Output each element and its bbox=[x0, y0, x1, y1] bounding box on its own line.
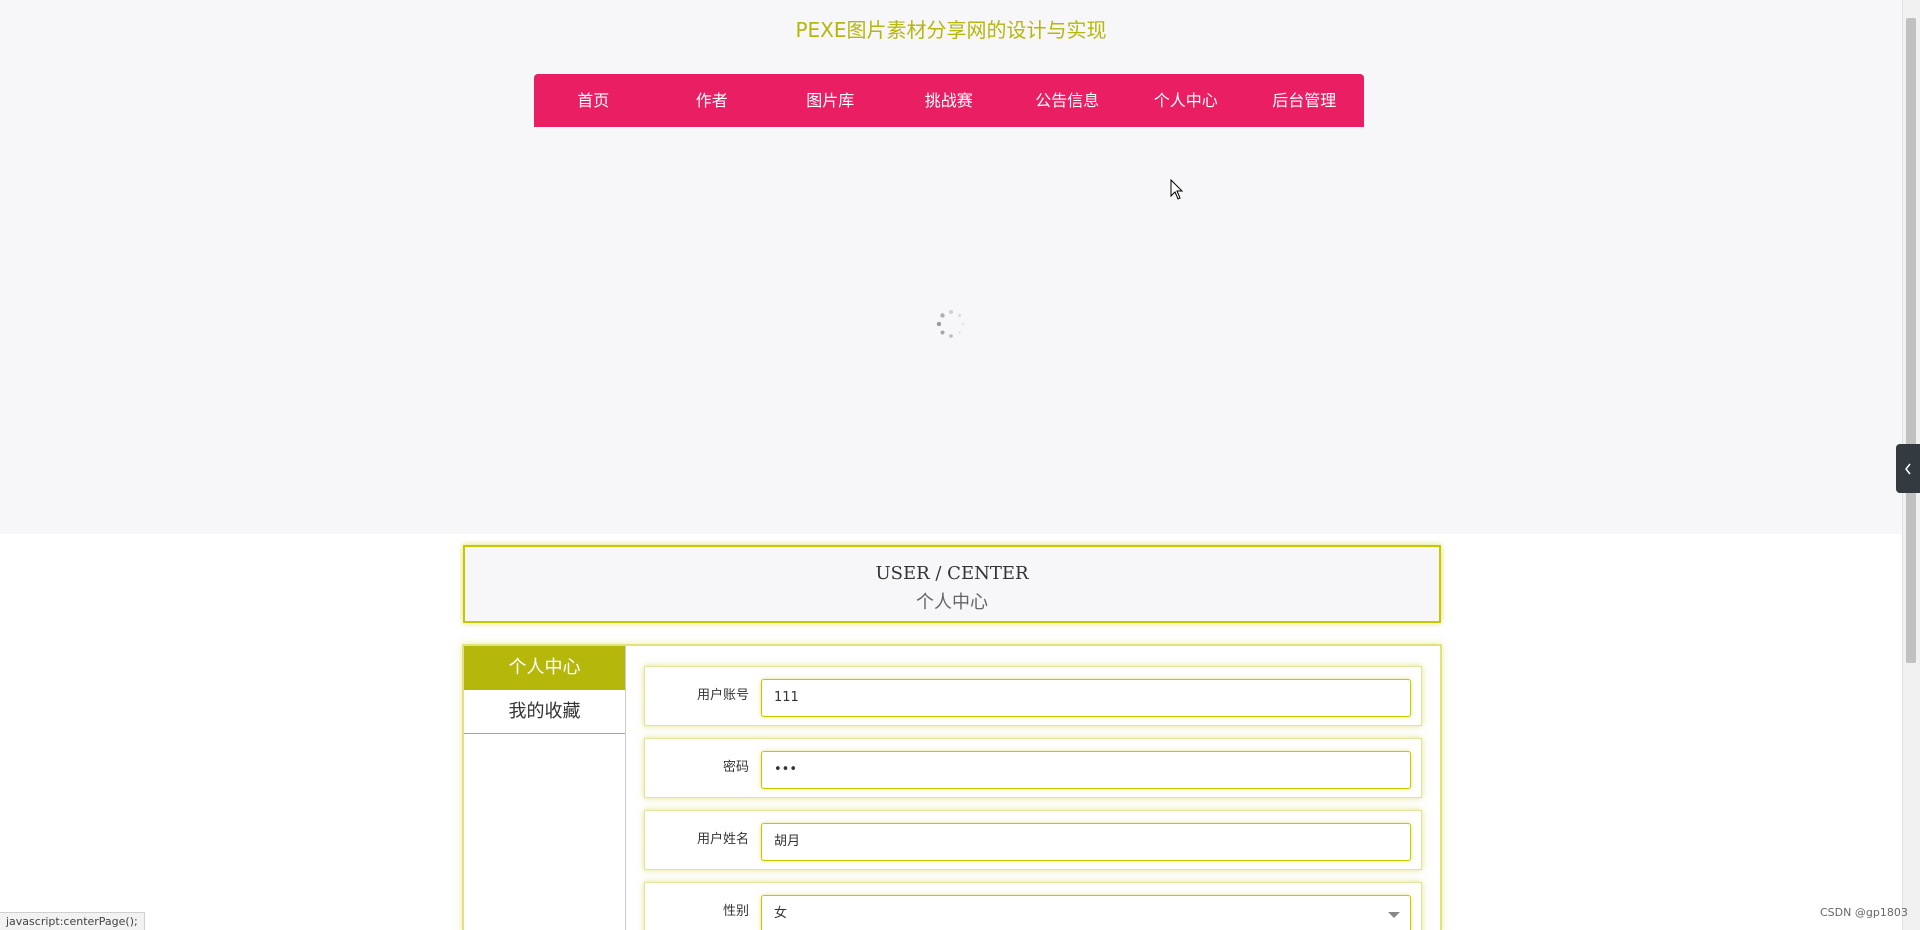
page: PEXE图片素材分享网的设计与实现 首页 作者 图片库 挑战赛 公告信息 个人中… bbox=[0, 0, 1920, 930]
banner-area: PEXE图片素材分享网的设计与实现 首页 作者 图片库 挑战赛 公告信息 个人中… bbox=[0, 0, 1902, 534]
scrollbar-thumb[interactable] bbox=[1906, 18, 1916, 663]
gender-select-value: 女 bbox=[774, 906, 788, 921]
main-nav: 首页 作者 图片库 挑战赛 公告信息 个人中心 后台管理 bbox=[534, 74, 1364, 127]
nav-item-home[interactable]: 首页 bbox=[534, 74, 653, 127]
nav-item-admin[interactable]: 后台管理 bbox=[1245, 74, 1364, 127]
side-menu: 个人中心 我的收藏 bbox=[464, 646, 626, 930]
chevron-down-icon bbox=[1388, 912, 1400, 918]
form-row-username: 用户账号 111 bbox=[644, 666, 1422, 726]
header-title-en: USER / CENTER bbox=[875, 563, 1029, 584]
site-title: PEXE图片素材分享网的设计与实现 bbox=[795, 18, 1107, 42]
username-label: 用户账号 bbox=[696, 688, 749, 703]
nav-item-user-center[interactable]: 个人中心 bbox=[1127, 74, 1246, 127]
header-title-cn: 个人中心 bbox=[916, 592, 988, 613]
watermark: CSDN @gp1803 bbox=[1820, 906, 1908, 919]
nav-item-gallery[interactable]: 图片库 bbox=[771, 74, 890, 127]
nav-item-announcements[interactable]: 公告信息 bbox=[1008, 74, 1127, 127]
name-input[interactable]: 胡月 bbox=[761, 823, 1411, 861]
gender-label: 性别 bbox=[722, 904, 749, 919]
chevron-left-icon bbox=[1905, 463, 1911, 474]
form-row-name: 用户姓名 胡月 bbox=[644, 810, 1422, 870]
loading-spinner-icon bbox=[936, 310, 965, 338]
side-menu-item-user-center[interactable]: 个人中心 bbox=[464, 646, 625, 690]
gender-select[interactable]: 女 bbox=[761, 895, 1411, 930]
username-input[interactable]: 111 bbox=[761, 679, 1411, 717]
mouse-pointer-icon bbox=[1170, 179, 1184, 200]
nav-item-challenge[interactable]: 挑战赛 bbox=[890, 74, 1009, 127]
form-row-password: 密码 ••• bbox=[644, 738, 1422, 798]
side-panel-toggle[interactable] bbox=[1896, 444, 1920, 493]
side-menu-item-favorites[interactable]: 我的收藏 bbox=[464, 690, 625, 734]
user-center-header: USER / CENTER 个人中心 bbox=[463, 545, 1441, 623]
password-input[interactable]: ••• bbox=[761, 751, 1411, 789]
nav-item-authors[interactable]: 作者 bbox=[653, 74, 772, 127]
form-row-gender: 性别 女 bbox=[644, 882, 1422, 930]
password-label: 密码 bbox=[722, 760, 749, 775]
name-label: 用户姓名 bbox=[696, 832, 749, 847]
browser-status-bar: javascript:centerPage(); bbox=[0, 912, 145, 930]
user-center-panel: 个人中心 我的收藏 用户账号 111 密码 ••• 用户姓名 胡月 性别 女 bbox=[462, 644, 1442, 930]
